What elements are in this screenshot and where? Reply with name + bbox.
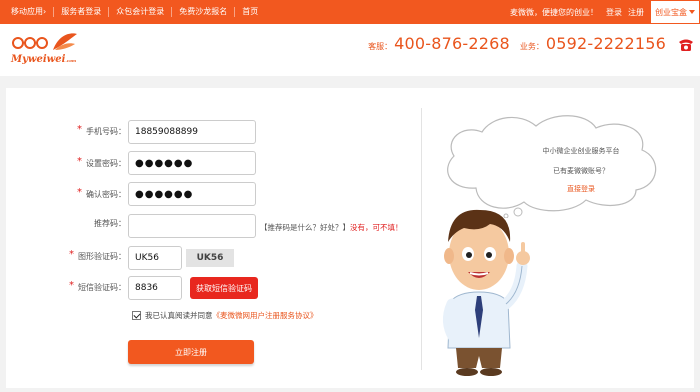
business-phone: 0592-2222156 [545,34,666,53]
top-right-area: 麦微微，便捷您的创业！ 登录 注册 创业宝盒 [510,0,700,24]
phone-input[interactable]: 18859088899 [128,120,256,144]
agreement-text: 我已认真阅读并同意 [145,311,213,320]
nav-salon-signup[interactable]: 免费沙龙报名 [172,7,236,17]
confirm-password-label: * 确认密码： [6,187,126,200]
register-link[interactable]: 注册 [628,7,644,18]
mascot-illustration [443,209,530,376]
logo-text-main: Myweiwei [11,54,66,65]
required-mark: * [77,124,82,135]
referrer-hint-link[interactable]: 【推荐码是什么？好处？】 [260,223,350,232]
register-submit-button[interactable]: 立即注册 [128,340,254,364]
agreement-checkbox[interactable] [132,311,141,320]
referrer-hint: 【推荐码是什么？好处？】没有，可不填！ [260,222,403,233]
required-mark: * [69,280,74,291]
telephone-icon [679,39,693,51]
top-nav-bar: 移动应用› 服务者登录 众包会计登录 免费沙龙报名 首页 麦微微，便捷您的创业！… [0,0,700,24]
logo-text-suffix: .com [65,58,77,63]
nav-accountant-login[interactable]: 众包会计登录 [109,7,173,17]
agreement-link[interactable]: 《麦微微网用户注册服务协议》 [213,310,318,321]
get-sms-code-button[interactable]: 获取短信验证码 [190,277,258,299]
referrer-input[interactable] [128,214,256,238]
logo-text: Myweiwei.com [11,54,76,65]
nav-mobile-app[interactable]: 移动应用› [4,7,55,17]
captcha-label-text: 图形验证码： [78,252,126,261]
startup-box-dropdown[interactable]: 创业宝盒 [650,0,700,24]
have-account-text: 已有麦微微账号？ [553,167,609,175]
confirm-password-input[interactable]: ●●●●●● [128,182,256,206]
platform-tagline: 中小微企业创业服务平台 [542,147,620,155]
service-label: 客服： [368,42,393,51]
registration-card: * 手机号码： 18859088899 * 设置密码： ●●●●●● * 确认密码： … [6,88,694,388]
login-link[interactable]: 登录 [606,7,622,18]
password-label: * 设置密码： [6,156,126,169]
nav-provider-login[interactable]: 服务者登录 [54,7,110,17]
confirm-password-label-text: 确认密码： [86,190,126,199]
required-mark: * [77,156,82,167]
phone-label-text: 手机号码： [86,127,126,136]
referrer-label: 推荐码： [94,219,126,228]
business-label: 业务： [519,42,544,51]
captcha-input[interactable]: UK56 [128,246,182,270]
sms-code-input[interactable]: 8836 [128,276,182,300]
greeting-text: 麦微微，便捷您的创业！ [510,7,598,17]
captcha-label: * 图形验证码： [6,249,126,262]
logo-mark-icon [12,33,77,50]
captcha-image[interactable]: UK56 [186,249,234,267]
sms-code-label: * 短信验证码： [6,280,126,293]
referrer-hint-optional: 没有，可不填！ [350,223,403,232]
required-mark: * [69,249,74,260]
required-mark: * [77,187,82,198]
vertical-divider [421,108,422,370]
phone-label: * 手机号码： [6,124,126,137]
hotlines: 客服： 400-876-2268 业务： 0592-2222156 [368,34,666,53]
site-logo[interactable]: Myweiwei.com [9,30,81,68]
site-header: Myweiwei.com 客服： 400-876-2268 业务： 0592-2… [0,24,700,76]
direct-login-link[interactable]: 直接登录 [567,185,595,193]
sms-code-label-text: 短信验证码： [78,283,126,292]
startup-box-label: 创业宝盒 [655,7,687,17]
password-input[interactable]: ●●●●●● [128,151,256,175]
top-nav-links: 移动应用› 服务者登录 众包会计登录 免费沙龙报名 首页 [4,0,265,24]
password-label-text: 设置密码： [86,159,126,168]
chevron-right-icon: › [43,7,47,16]
caret-down-icon [689,10,695,14]
nav-mobile-app-label: 移动应用 [11,7,43,16]
service-phone: 400-876-2268 [394,34,510,53]
nav-home[interactable]: 首页 [235,7,265,17]
agreement-row: 我已认真阅读并同意 《麦微微网用户注册服务协议》 [132,310,318,321]
